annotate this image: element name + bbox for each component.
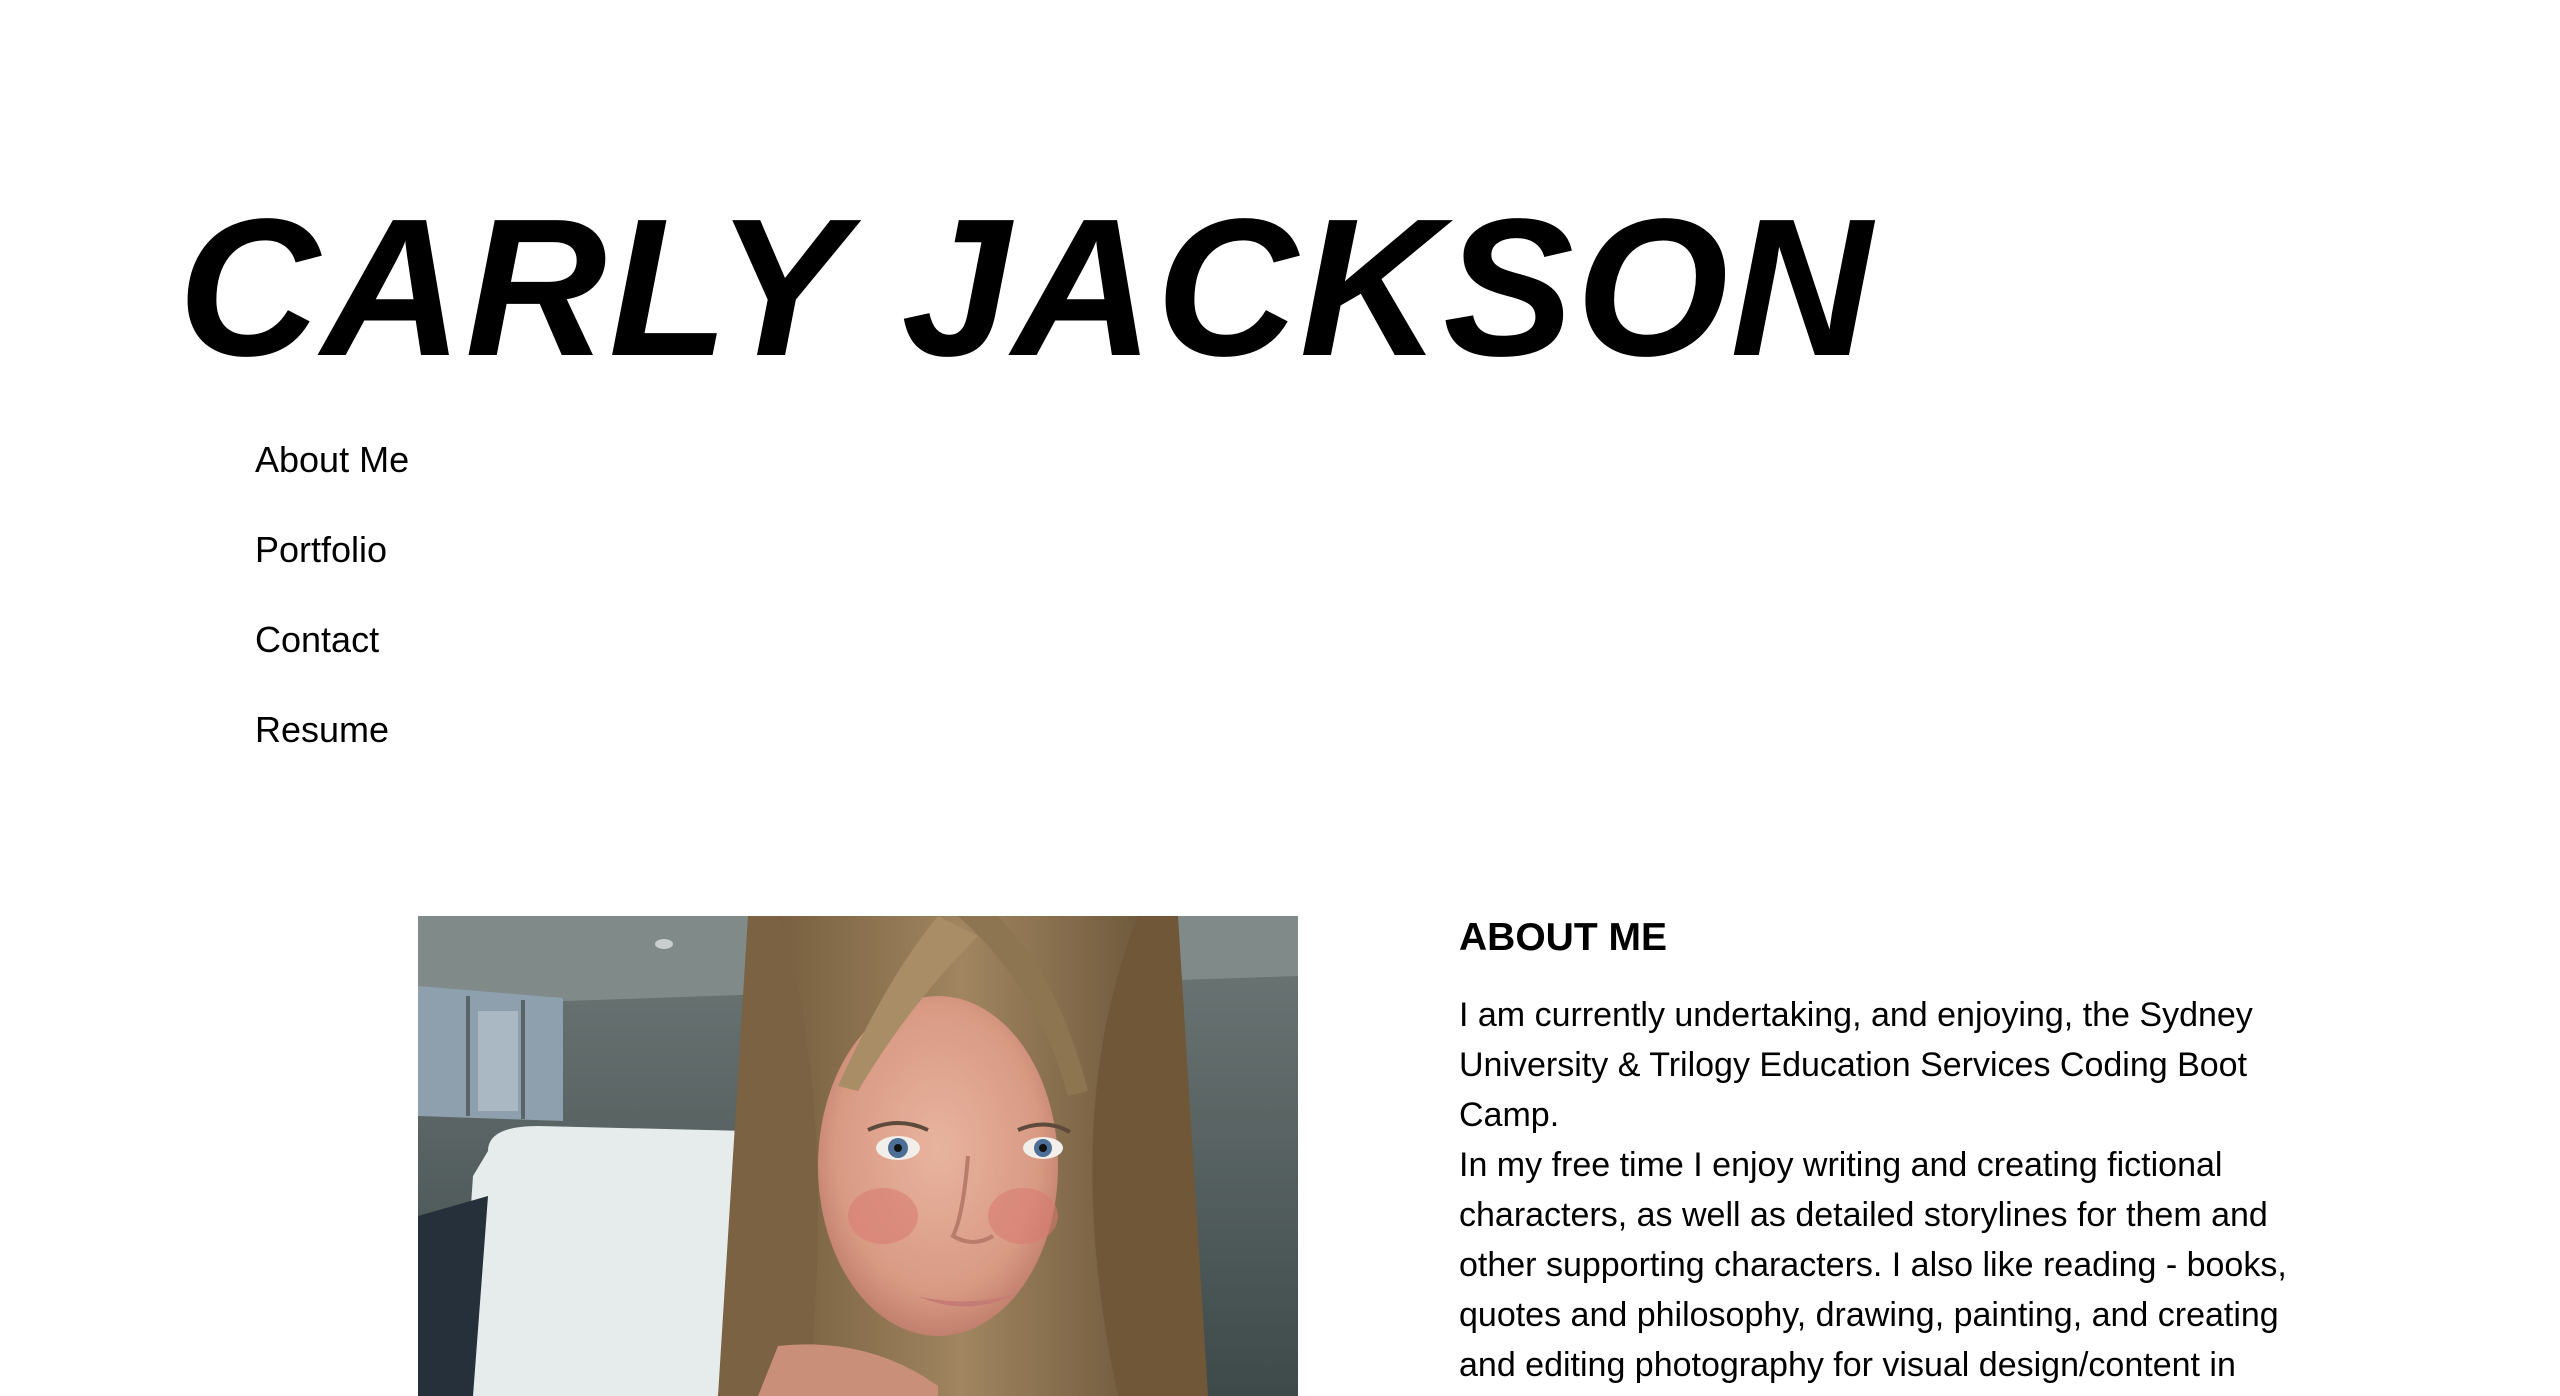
profile-photo (418, 916, 1298, 1396)
about-paragraph-hobbies: In my free time I enjoy writing and crea… (1459, 1146, 2287, 1384)
nav-item-contact: Contact (255, 612, 409, 702)
about-section: ABOUT ME I am currently undertaking, and… (1459, 908, 2339, 1390)
about-paragraph-bootcamp: I am currently undertaking, and enjoying… (1459, 996, 2253, 1134)
nav-item-about-me: About Me (255, 432, 409, 522)
nav-item-resume: Resume (255, 702, 409, 792)
nav-link-portfolio[interactable]: Portfolio (255, 529, 387, 570)
site-title: CARLY JACKSON (178, 178, 1874, 397)
main-nav: About Me Portfolio Contact Resume (255, 432, 409, 792)
nav-link-resume[interactable]: Resume (255, 709, 389, 750)
nav-link-about-me[interactable]: About Me (255, 439, 409, 480)
nav-item-portfolio: Portfolio (255, 522, 409, 612)
nav-link-contact[interactable]: Contact (255, 619, 379, 660)
about-heading: ABOUT ME (1459, 916, 1667, 959)
